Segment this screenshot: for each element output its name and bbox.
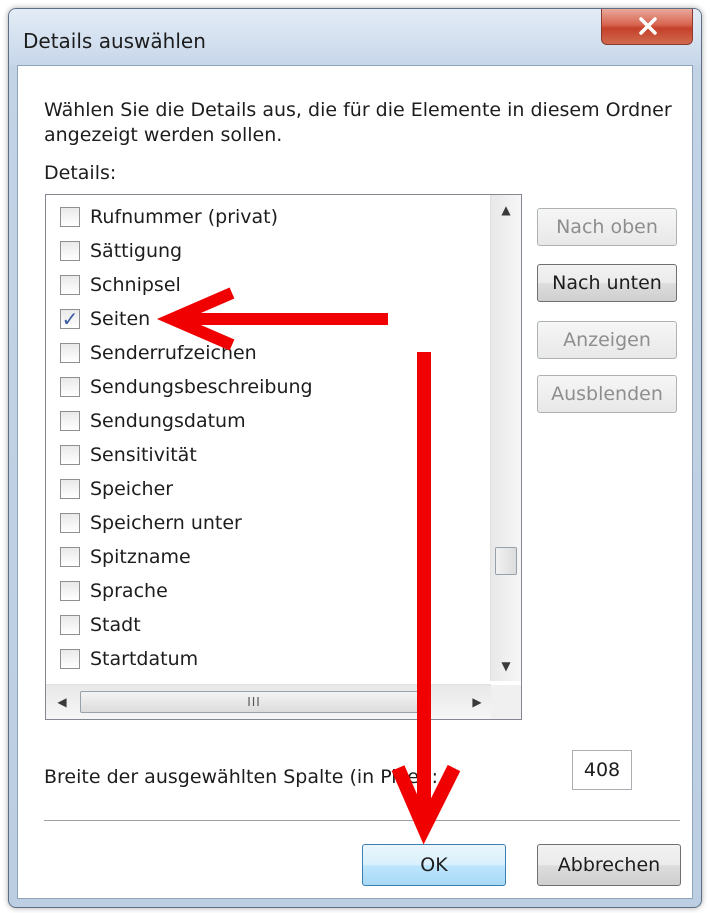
dialog-body: Wählen Sie die Details aus, die für die …	[17, 65, 693, 899]
checkbox[interactable]	[60, 445, 80, 465]
horizontal-scrollbar[interactable]: ◀ III ▶	[46, 684, 491, 719]
list-item-label: Sendungsbeschreibung	[90, 376, 313, 398]
checkbox[interactable]	[60, 377, 80, 397]
checkbox[interactable]	[60, 479, 80, 499]
vertical-scrollbar[interactable]: ▲ ▼	[490, 195, 521, 681]
list-item[interactable]: ✓ Seiten	[60, 305, 460, 333]
list-item-label: Spitzname	[90, 546, 191, 568]
list-item-label: Rufnummer (privat)	[90, 206, 279, 228]
list-item-label: Speicher	[90, 478, 174, 500]
dialog-window: Details auswählen Wählen Sie die Details…	[8, 8, 702, 908]
list-item[interactable]: Sendungsdatum	[60, 407, 460, 435]
list-item[interactable]: Speichern unter	[60, 509, 460, 537]
list-item-label: Sprache	[90, 580, 168, 602]
checkbox[interactable]	[60, 343, 80, 363]
scrollbar-corner	[491, 685, 521, 719]
list-item[interactable]: Startdatum	[60, 645, 460, 673]
checkbox-checked[interactable]: ✓	[60, 309, 80, 329]
checkmark-icon: ✓	[61, 307, 79, 331]
close-button[interactable]	[601, 9, 693, 45]
checkbox[interactable]	[60, 241, 80, 261]
checkbox[interactable]	[60, 513, 80, 533]
list-item[interactable]: Sättigung	[60, 237, 460, 265]
instructions-text: Wählen Sie die Details aus, die für die …	[44, 99, 672, 146]
list-item[interactable]: Schnipsel	[60, 271, 460, 299]
close-icon	[639, 17, 657, 35]
checkbox[interactable]	[60, 411, 80, 431]
title-bar: Details auswählen	[9, 9, 701, 65]
list-item-label: Stadt	[90, 614, 141, 636]
list-item-label: Sensitivität	[90, 444, 197, 466]
ok-button[interactable]: OK	[362, 844, 506, 886]
list-item[interactable]: Sprache	[60, 577, 460, 605]
column-width-input[interactable]: 408	[572, 750, 632, 790]
cancel-button[interactable]: Abbrechen	[537, 844, 681, 886]
scroll-right-arrow-icon[interactable]: ▶	[463, 685, 491, 719]
list-item-label: Speichern unter	[90, 512, 242, 534]
list-item[interactable]: Stadt	[60, 611, 460, 639]
checkbox[interactable]	[60, 581, 80, 601]
list-item[interactable]: Rufnummer (privat)	[60, 203, 460, 231]
move-up-button[interactable]: Nach oben	[537, 208, 677, 246]
list-item[interactable]: Senderrufzeichen	[60, 339, 460, 367]
scroll-grip-icon: III	[247, 695, 261, 709]
details-label: Details:	[44, 162, 117, 184]
hide-button[interactable]: Ausblenden	[537, 375, 677, 413]
move-down-button[interactable]: Nach unten	[537, 264, 677, 302]
list-item[interactable]: Sendungsbeschreibung	[60, 373, 460, 401]
list-item-label: Senderrufzeichen	[90, 342, 257, 364]
separator-line	[44, 820, 680, 822]
scroll-left-arrow-icon[interactable]: ◀	[48, 685, 76, 719]
details-listbox[interactable]: Rufnummer (privat) Sättigung Schnipsel ✓ Sei…	[45, 194, 522, 720]
horizontal-scroll-thumb[interactable]: III	[80, 691, 428, 713]
checkbox[interactable]	[60, 649, 80, 669]
checkbox[interactable]	[60, 275, 80, 295]
checkbox[interactable]	[60, 615, 80, 635]
scroll-up-arrow-icon[interactable]: ▲	[491, 197, 521, 223]
list-item-label: Startdatum	[90, 648, 199, 670]
list-item[interactable]: Spitzname	[60, 543, 460, 571]
list-item[interactable]: Sensitivität	[60, 441, 460, 469]
vertical-scroll-thumb[interactable]	[495, 547, 517, 575]
list-item[interactable]: Speicher	[60, 475, 460, 503]
checkbox[interactable]	[60, 207, 80, 227]
list-item-label: Schnipsel	[90, 274, 181, 296]
window-title: Details auswählen	[23, 29, 206, 53]
list-item-label: Sendungsdatum	[90, 410, 246, 432]
checkbox[interactable]	[60, 547, 80, 567]
list-item-label: Seiten	[90, 308, 151, 330]
show-button[interactable]: Anzeigen	[537, 321, 677, 359]
list-item-label: Sättigung	[90, 240, 183, 262]
column-width-label: Breite der ausgewählten Spalte (in Pixel…	[44, 766, 438, 788]
scroll-down-arrow-icon[interactable]: ▼	[491, 653, 521, 679]
